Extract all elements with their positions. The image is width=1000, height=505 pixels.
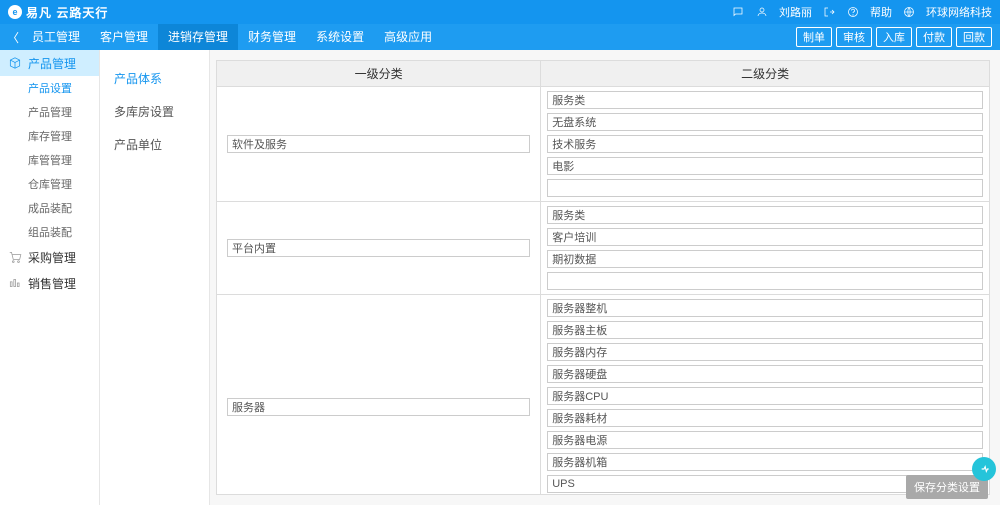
nav-mini-button-1[interactable]: 审核 (836, 27, 872, 47)
chat-icon[interactable] (731, 5, 745, 19)
l2-input-1-3[interactable] (547, 272, 983, 290)
submenu-item-1[interactable]: 多库房设置 (100, 95, 209, 128)
float-help-button[interactable] (972, 457, 996, 481)
l2-input-2-2[interactable] (547, 343, 983, 361)
l2-input-2-4[interactable] (547, 387, 983, 405)
sidebar-sub-0-4[interactable]: 仓库管理 (0, 172, 99, 196)
column-header-l1: 一级分类 (217, 61, 541, 86)
sidebar-group-1[interactable]: 采购管理 (0, 244, 99, 270)
nav-item-3[interactable]: 财务管理 (238, 24, 306, 50)
sidebar-sub-0-2[interactable]: 库存管理 (0, 124, 99, 148)
sidebar-sub-0-6[interactable]: 组品装配 (0, 220, 99, 244)
globe-icon (902, 5, 916, 19)
submenu-item-0[interactable]: 产品体系 (100, 62, 209, 95)
nav-back-icon[interactable]: 〈 (4, 29, 22, 46)
sidebar-group-1-icon (8, 250, 22, 264)
l2-input-0-1[interactable] (547, 113, 983, 131)
l2-input-2-0[interactable] (547, 299, 983, 317)
nav-mini-button-2[interactable]: 入库 (876, 27, 912, 47)
l1-input-0[interactable] (227, 135, 530, 153)
user-icon (755, 5, 769, 19)
sidebar-group-0-icon (8, 56, 22, 70)
sidebar-group-0[interactable]: 产品管理 (0, 50, 99, 76)
category-row (217, 202, 989, 295)
nav-mini-button-4[interactable]: 回款 (956, 27, 992, 47)
l2-input-2-5[interactable] (547, 409, 983, 427)
brand-name: 易凡 云路天行 (26, 4, 108, 21)
user-name[interactable]: 刘路丽 (779, 4, 812, 20)
help-label[interactable]: 帮助 (870, 4, 892, 20)
category-row (217, 87, 989, 202)
sidebar-group-2-icon (8, 276, 22, 290)
help-icon[interactable] (846, 5, 860, 19)
l2-input-2-3[interactable] (547, 365, 983, 383)
sidebar-group-2[interactable]: 销售管理 (0, 270, 99, 296)
nav-mini-button-0[interactable]: 制单 (796, 27, 832, 47)
l2-input-2-6[interactable] (547, 431, 983, 449)
l2-input-0-4[interactable] (547, 179, 983, 197)
l2-input-1-0[interactable] (547, 206, 983, 224)
category-row (217, 295, 989, 494)
l2-input-0-2[interactable] (547, 135, 983, 153)
sidebar-sub-0-0[interactable]: 产品设置 (0, 76, 99, 100)
l2-input-1-1[interactable] (547, 228, 983, 246)
l2-input-0-3[interactable] (547, 157, 983, 175)
save-category-button[interactable]: 保存分类设置 (906, 475, 988, 499)
l1-input-2[interactable] (227, 398, 530, 416)
sidebar-sub-0-1[interactable]: 产品管理 (0, 100, 99, 124)
nav-mini-button-3[interactable]: 付款 (916, 27, 952, 47)
sidebar-sub-0-5[interactable]: 成品装配 (0, 196, 99, 220)
nav-item-0[interactable]: 员工管理 (22, 24, 90, 50)
l2-input-1-2[interactable] (547, 250, 983, 268)
l1-input-1[interactable] (227, 239, 530, 257)
l2-input-2-1[interactable] (547, 321, 983, 339)
nav-item-4[interactable]: 系统设置 (306, 24, 374, 50)
logout-icon[interactable] (822, 5, 836, 19)
company-name[interactable]: 环球网络科技 (926, 4, 992, 20)
l2-input-0-0[interactable] (547, 91, 983, 109)
nav-item-1[interactable]: 客户管理 (90, 24, 158, 50)
nav-item-2[interactable]: 进销存管理 (158, 24, 238, 50)
submenu-item-2[interactable]: 产品单位 (100, 128, 209, 161)
nav-item-5[interactable]: 高级应用 (374, 24, 442, 50)
column-header-l2: 二级分类 (541, 61, 989, 86)
brand-logo-icon: e (8, 5, 22, 19)
l2-input-2-7[interactable] (547, 453, 983, 471)
sidebar-sub-0-3[interactable]: 库管管理 (0, 148, 99, 172)
